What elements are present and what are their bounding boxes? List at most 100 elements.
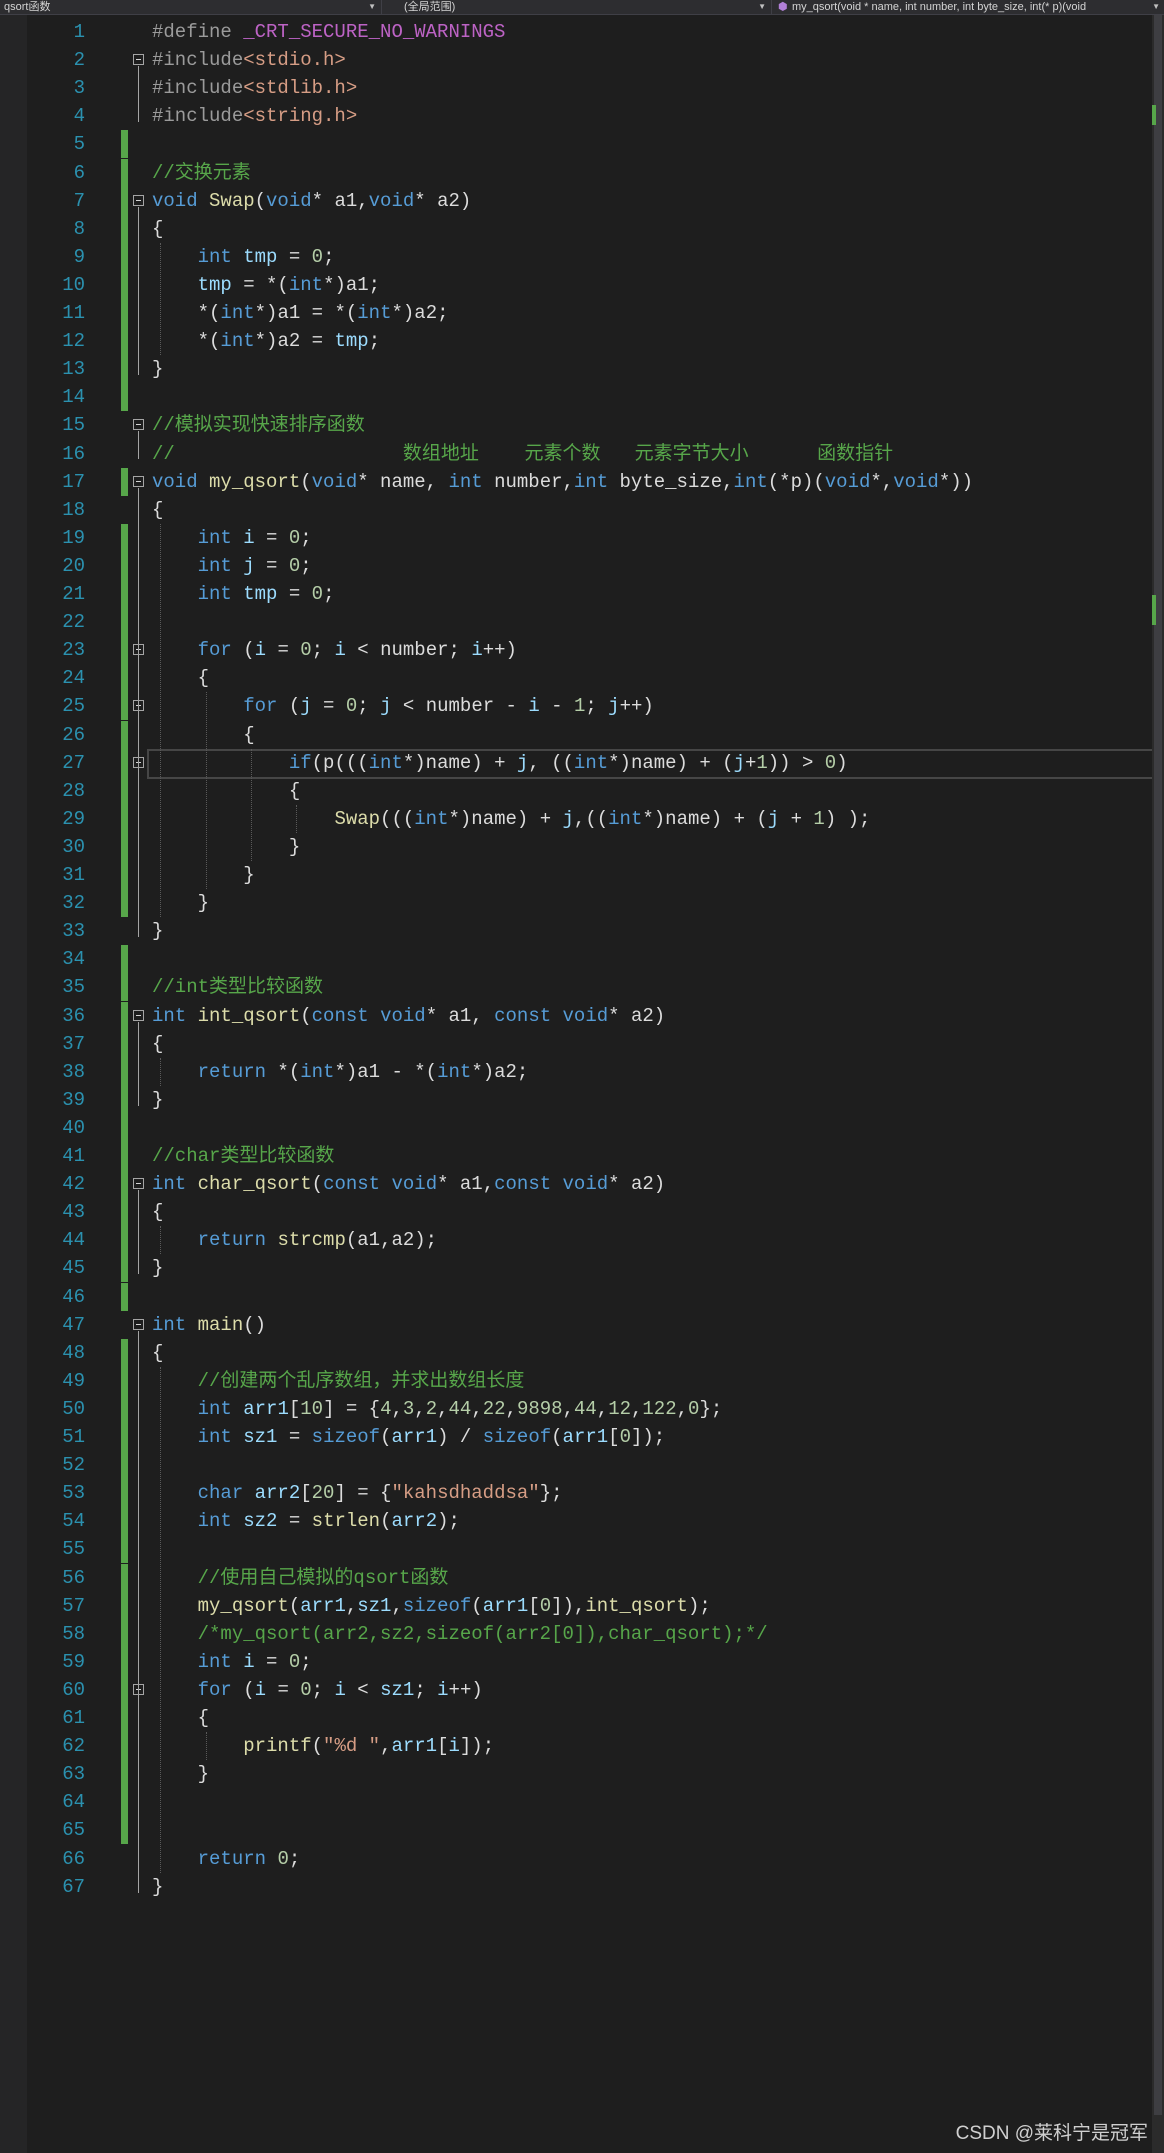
- code-line[interactable]: 39}: [27, 1085, 1152, 1114]
- collapse-icon[interactable]: [133, 419, 144, 431]
- code-line[interactable]: 35 //int类型比较函数: [27, 973, 1152, 1002]
- change-indicator: [121, 327, 128, 356]
- code-line[interactable]: 44 return strcmp(a1,a2);: [27, 1226, 1152, 1255]
- code-line[interactable]: 48 {: [27, 1338, 1152, 1367]
- code-line[interactable]: 13}: [27, 355, 1152, 384]
- code-text: }: [152, 835, 301, 858]
- code-line[interactable]: 56 //使用自己模拟的qsort函数: [27, 1563, 1152, 1592]
- code-line[interactable]: 27 if(p(((int*)name) + j, ((int*)name) +…: [27, 748, 1156, 779]
- divider: [381, 0, 382, 14]
- code-line[interactable]: 7 void Swap(void* a1,void* a2): [27, 186, 1152, 215]
- line-number: 44: [62, 1229, 85, 1252]
- code-line[interactable]: 24 {: [27, 664, 1152, 693]
- code-line[interactable]: 31 }: [27, 861, 1152, 889]
- code-text: my_qsort(arr1,sz1,sizeof(arr1[0]),int_qs…: [197, 1594, 711, 1617]
- code-line[interactable]: 47 int main(): [27, 1311, 1152, 1339]
- code-line[interactable]: 10 tmp = *(int*)a1;: [27, 270, 1152, 299]
- code-line[interactable]: 18 {: [27, 496, 1152, 524]
- code-line[interactable]: 21 int tmp = 0;: [27, 580, 1152, 608]
- code-line[interactable]: 2 #include<stdio.h>: [27, 46, 1152, 74]
- code-line[interactable]: 28 {: [27, 776, 1152, 805]
- member-dropdown[interactable]: my_qsort(void * name, int number, int by…: [774, 0, 1164, 14]
- code-line[interactable]: 23 for (i = 0; i < number; i++): [27, 636, 1152, 665]
- line-number: 65: [62, 1819, 85, 1842]
- code-line[interactable]: 43 {: [27, 1198, 1152, 1227]
- vertical-scrollbar[interactable]: [1152, 15, 1164, 2153]
- code-line[interactable]: 59 int i = 0;: [27, 1647, 1152, 1676]
- collapse-icon[interactable]: [133, 1178, 144, 1190]
- code-line[interactable]: 49 //创建两个乱序数组，并求出数组长度: [27, 1366, 1152, 1395]
- collapse-icon[interactable]: [133, 475, 144, 487]
- indent-guide: [160, 523, 161, 918]
- change-indicator: [121, 889, 128, 918]
- code-line[interactable]: 5: [27, 130, 1152, 159]
- code-line[interactable]: 11 *(int*)a1 = *(int*)a2;: [27, 299, 1152, 327]
- code-line[interactable]: 41 //char类型比较函数: [27, 1142, 1152, 1170]
- change-indicator: [121, 804, 128, 833]
- code-line[interactable]: 8{: [27, 214, 1152, 243]
- scope-dropdown[interactable]: (全局范围) ▼: [400, 0, 770, 14]
- code-line[interactable]: 9 int tmp = 0;: [27, 242, 1152, 271]
- line-number: 8: [73, 217, 85, 240]
- collapse-icon[interactable]: [133, 1318, 144, 1330]
- code-line[interactable]: 25 for (j = 0; j < number - i - 1; j++): [27, 692, 1152, 721]
- code-line[interactable]: 12 *(int*)a2 = tmp;: [27, 327, 1152, 356]
- code-line[interactable]: 6 //交换元素: [27, 158, 1152, 187]
- code-line[interactable]: 54 int sz2 = strlen(arr2);: [27, 1507, 1152, 1536]
- code-line[interactable]: 36 int int_qsort(const void* a1, const vo…: [27, 1001, 1152, 1030]
- fold-region-line: [138, 1190, 139, 1275]
- collapse-icon[interactable]: [133, 194, 144, 206]
- code-line[interactable]: 66 return 0;: [27, 1845, 1152, 1873]
- code-line[interactable]: 62 printf("%d ",arr1[i]);: [27, 1732, 1152, 1761]
- scrollbar-thumb[interactable]: [1154, 15, 1162, 2115]
- code-line[interactable]: 3 #include<stdlib.h>: [27, 74, 1152, 102]
- code-line[interactable]: 51 int sz1 = sizeof(arr1) / sizeof(arr1[…: [27, 1423, 1152, 1451]
- code-line[interactable]: 34: [27, 945, 1152, 974]
- code-line[interactable]: 16 // 数组地址 元素个数 元素字节大小 函数指针: [27, 440, 1152, 468]
- code-line[interactable]: 26 {: [27, 720, 1152, 749]
- code-text: int tmp = 0;: [197, 583, 335, 605]
- code-line[interactable]: 45}: [27, 1254, 1152, 1283]
- code-line[interactable]: 14: [27, 383, 1152, 412]
- collapse-icon[interactable]: [133, 54, 144, 66]
- line-number: 26: [62, 723, 85, 746]
- code-line[interactable]: 63 }: [27, 1760, 1152, 1789]
- code-line[interactable]: 19 int i = 0;: [27, 523, 1152, 552]
- code-line[interactable]: 50 int arr1[10] = {4,3,2,44,22,9898,44,1…: [27, 1394, 1152, 1423]
- code-line[interactable]: 33}: [27, 917, 1152, 945]
- code-line[interactable]: 58 /*my_qsort(arr2,sz2,sizeof(arr2[0]),c…: [27, 1619, 1152, 1648]
- code-line[interactable]: 29 Swap(((int*)name) + j,((int*)name) + …: [27, 804, 1152, 833]
- code-line[interactable]: 30 }: [27, 832, 1152, 861]
- change-indicator: [121, 1647, 128, 1676]
- code-editor[interactable]: 1 #define _CRT_SECURE_NO_WARNINGS 2 #includ…: [27, 15, 1156, 2153]
- code-line[interactable]: 20 int j = 0;: [27, 551, 1152, 580]
- code-line[interactable]: 15 //模拟实现快速排序函数: [27, 411, 1152, 439]
- code-line[interactable]: 57 my_qsort(arr1,sz1,sizeof(arr1[0]),int…: [27, 1591, 1152, 1620]
- project-dropdown[interactable]: qsort函数 ▼: [0, 0, 380, 14]
- code-line[interactable]: 55: [27, 1535, 1152, 1564]
- code-line[interactable]: 42 int char_qsort(const void* a1,const vo…: [27, 1170, 1152, 1199]
- change-indicator: [121, 1254, 128, 1283]
- code-line[interactable]: 40: [27, 1113, 1152, 1142]
- code-line[interactable]: 53 char arr2[20] = {"kahsdhaddsa"};: [27, 1479, 1152, 1508]
- code-line[interactable]: 38 return *(int*)a1 - *(int*)a2;: [27, 1057, 1152, 1086]
- change-indicator: [121, 1198, 128, 1227]
- line-number: 46: [62, 1285, 85, 1308]
- code-line[interactable]: 22: [27, 608, 1152, 637]
- code-line[interactable]: 60 for (i = 0; i < sz1; i++): [27, 1675, 1152, 1704]
- code-line[interactable]: 17 void my_qsort(void* name, int number,i…: [27, 467, 1152, 496]
- code-line[interactable]: 61 {: [27, 1704, 1152, 1732]
- code-line[interactable]: 52: [27, 1451, 1152, 1480]
- code-line[interactable]: 4 #include<string.h>: [27, 102, 1152, 130]
- line-number: 12: [62, 330, 85, 353]
- code-line[interactable]: 1 #define _CRT_SECURE_NO_WARNINGS: [27, 18, 1152, 46]
- code-line[interactable]: 46: [27, 1282, 1152, 1311]
- code-line[interactable]: 32 }: [27, 889, 1152, 918]
- code-line[interactable]: 64: [27, 1788, 1152, 1817]
- code-line[interactable]: 67}: [27, 1873, 1152, 1901]
- line-number: 48: [62, 1341, 85, 1364]
- change-indicator: [121, 580, 128, 608]
- code-line[interactable]: 65: [27, 1816, 1152, 1845]
- collapse-icon[interactable]: [133, 1009, 144, 1021]
- code-line[interactable]: 37 {: [27, 1029, 1152, 1058]
